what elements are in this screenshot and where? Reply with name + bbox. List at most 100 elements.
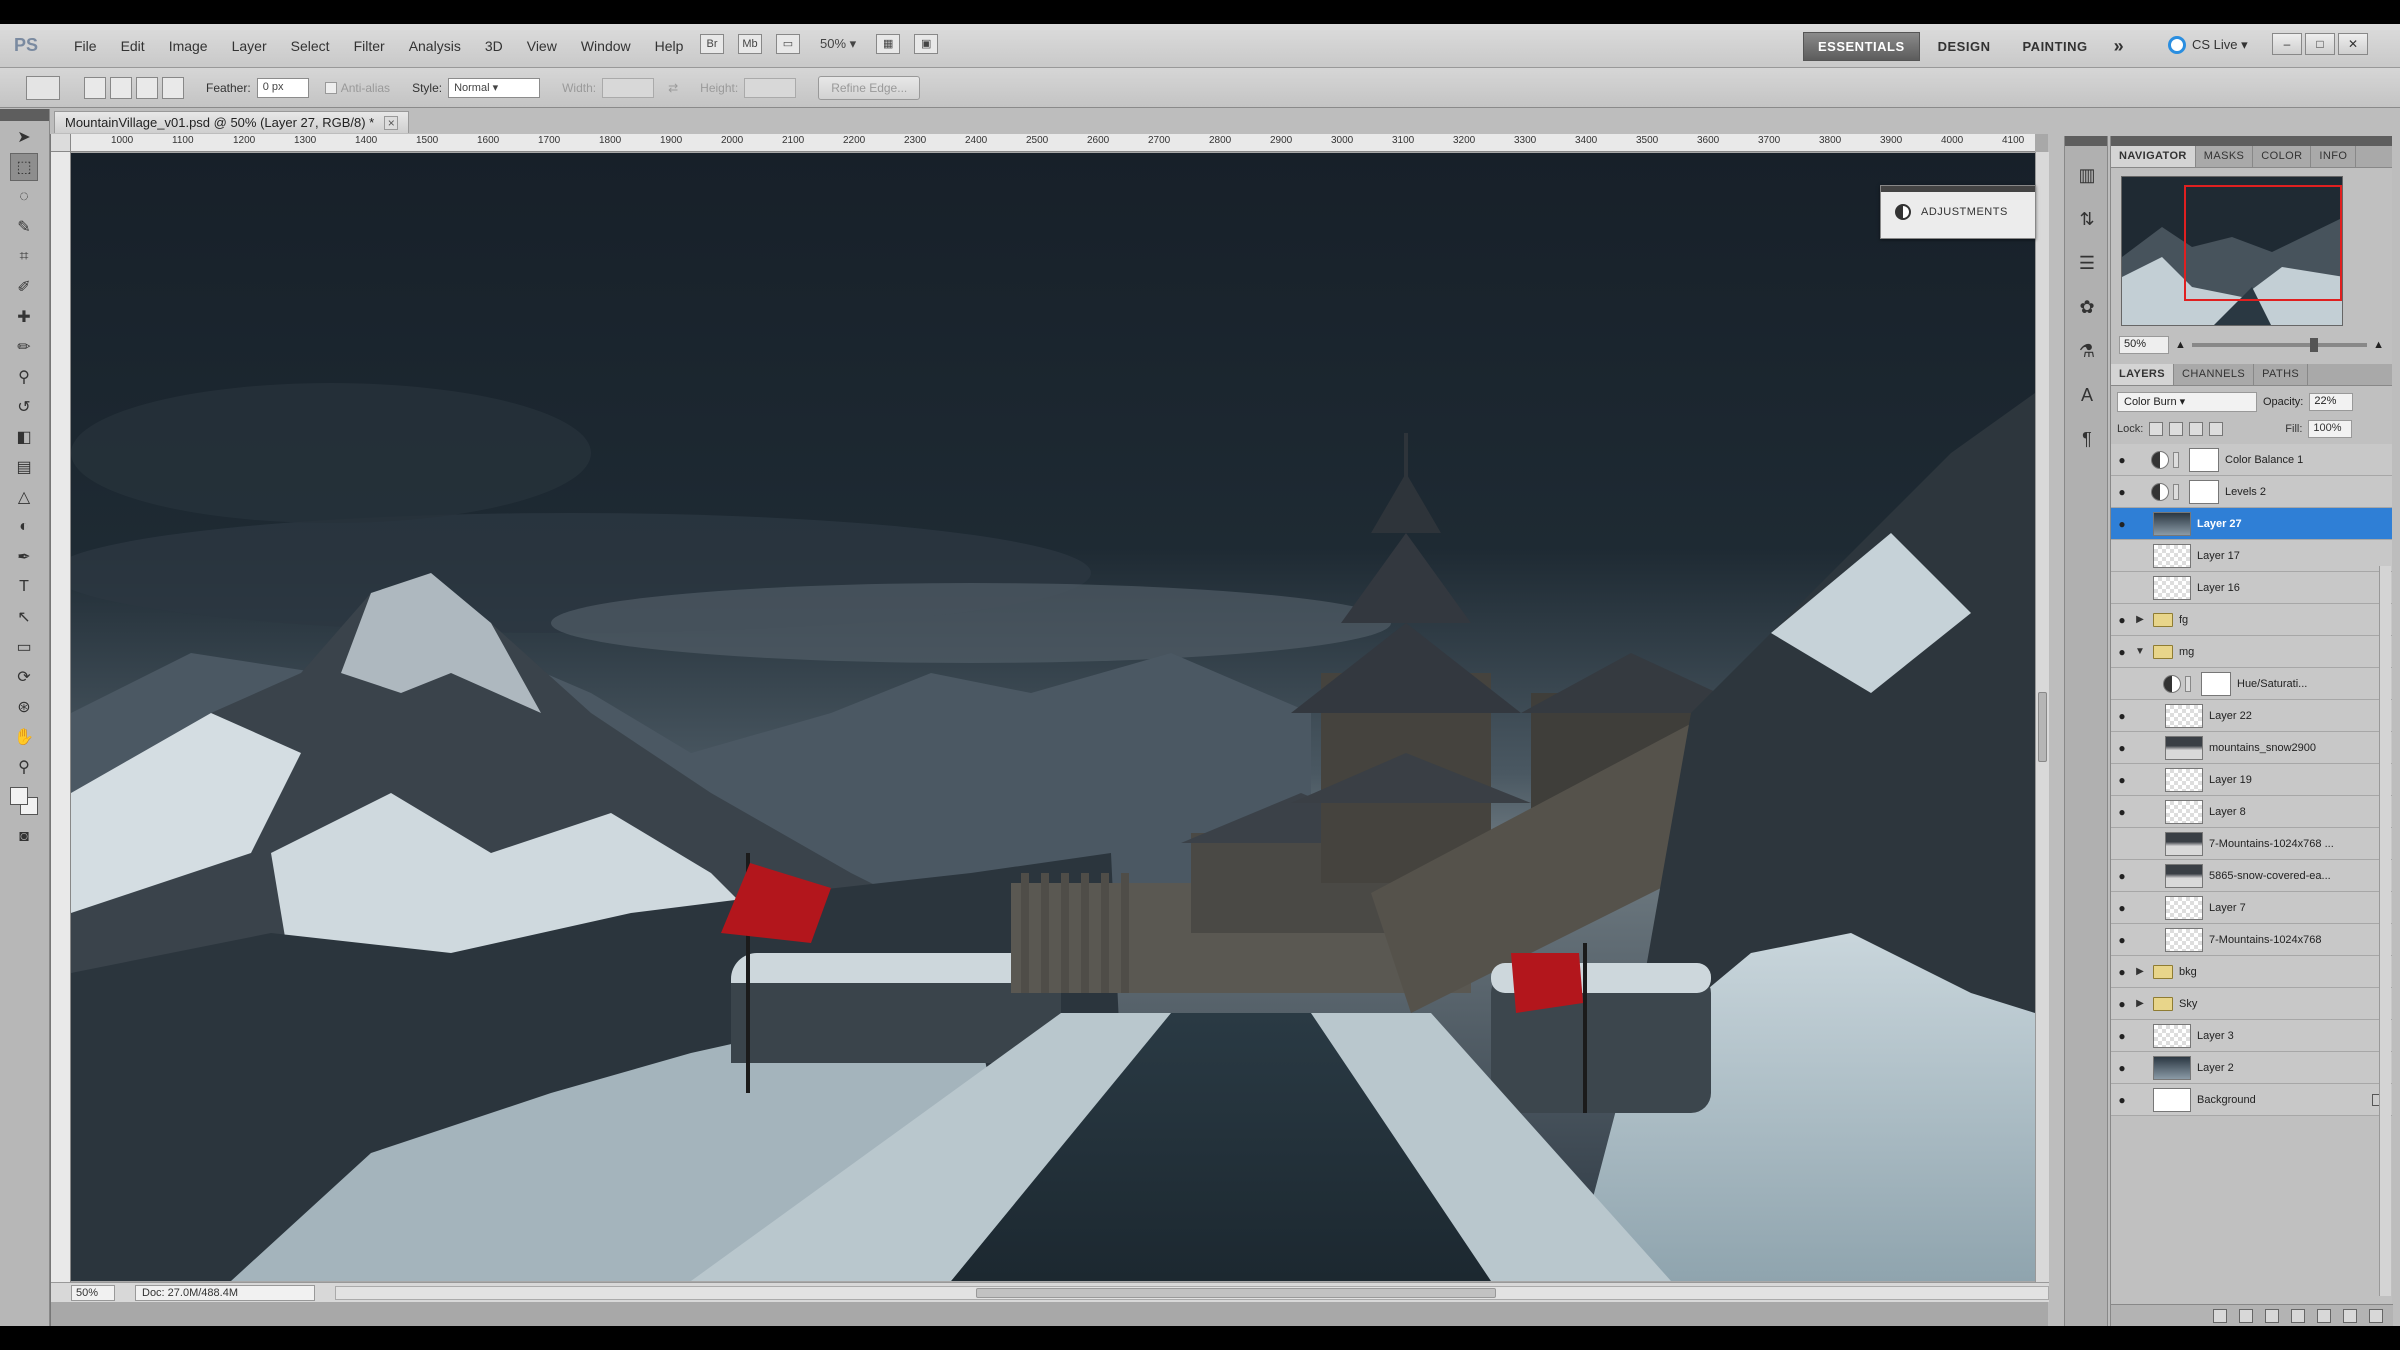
zoom-tool-icon[interactable]: ⚲	[10, 753, 38, 781]
new-group-icon[interactable]	[2317, 1309, 2331, 1323]
layer-row[interactable]: ● ▶ fg	[2111, 604, 2392, 636]
visibility-eye-icon[interactable]: ●	[2111, 677, 2133, 691]
clone-stamp-tool-icon[interactable]: ⚲	[10, 363, 38, 391]
workspace-design-button[interactable]: DESIGN	[1924, 33, 2005, 60]
opacity-input[interactable]: 22%	[2309, 393, 2354, 411]
color-swatches[interactable]	[10, 787, 40, 817]
swatches-panel-icon[interactable]: ☰	[2072, 248, 2102, 278]
intersect-selection-icon[interactable]	[162, 76, 184, 99]
visibility-eye-icon[interactable]: ●	[2111, 997, 2133, 1011]
marquee-tool-icon[interactable]: ⬚	[10, 153, 38, 181]
ruler-origin[interactable]	[51, 134, 71, 152]
layer-row[interactable]: ● Layer 7	[2111, 892, 2392, 924]
view-extras-icon[interactable]: ▭	[776, 34, 800, 54]
zoom-slider-knob[interactable]	[2309, 338, 2318, 352]
3d-orbit-tool-icon[interactable]: ⊛	[10, 693, 38, 721]
3d-rotate-tool-icon[interactable]: ⟳	[10, 663, 38, 691]
crop-tool-icon[interactable]: ⌗	[10, 243, 38, 271]
quick-selection-tool-icon[interactable]: ✎	[10, 213, 38, 241]
tab-channels[interactable]: CHANNELS	[2174, 364, 2255, 385]
layer-row[interactable]: ● Layer 22	[2111, 700, 2392, 732]
visibility-eye-icon[interactable]: ●	[2111, 709, 2133, 723]
visibility-eye-icon[interactable]: ●	[2111, 1093, 2133, 1107]
zoom-level-select[interactable]: 50% ▾	[814, 36, 862, 52]
layer-row[interactable]: ● Color Balance 1	[2111, 444, 2392, 476]
lock-all-icon[interactable]	[2209, 422, 2224, 436]
tab-masks[interactable]: MASKS	[2196, 146, 2254, 167]
layer-row[interactable]: ● 7-Mountains-1024x768 ...	[2111, 828, 2392, 860]
tab-info[interactable]: INFO	[2311, 146, 2357, 167]
layer-thumbnail[interactable]	[2165, 703, 2203, 728]
vertical-ruler[interactable]	[51, 152, 71, 1282]
layer-row[interactable]: ● mountains_snow2900	[2111, 732, 2392, 764]
subtract-from-selection-icon[interactable]	[136, 76, 158, 99]
lock-transparent-icon[interactable]	[2149, 422, 2164, 436]
image-canvas[interactable]	[71, 153, 2035, 1281]
style-select[interactable]: Normal ▾	[448, 77, 541, 98]
arrange-documents-icon[interactable]: ▦	[876, 34, 901, 54]
menu-3d[interactable]: 3D	[473, 38, 515, 54]
menu-select[interactable]: Select	[279, 38, 342, 54]
eyedropper-tool-icon[interactable]: ✐	[10, 273, 38, 301]
blend-mode-select[interactable]: Color Burn ▾	[2117, 392, 2257, 412]
menu-window[interactable]: Window	[569, 38, 643, 54]
fill-input[interactable]: 100%	[2308, 420, 2353, 438]
layer-row[interactable]: ● Layer 8	[2111, 796, 2392, 828]
close-tab-icon[interactable]: ×	[384, 115, 399, 130]
lock-image-icon[interactable]	[2169, 422, 2184, 436]
layer-mask-thumbnail[interactable]	[2189, 447, 2219, 472]
mask-link-icon[interactable]	[2173, 483, 2179, 500]
layer-thumbnail[interactable]	[2153, 1087, 2191, 1112]
layer-row[interactable]: ● Layer 27	[2111, 508, 2392, 540]
layer-row[interactable]: ● Layer 2	[2111, 1052, 2392, 1084]
layer-style-icon[interactable]	[2239, 1309, 2253, 1323]
visibility-eye-icon[interactable]: ●	[2111, 613, 2133, 627]
layer-row[interactable]: ● Layer 16	[2111, 572, 2392, 604]
tools-grip[interactable]	[0, 109, 49, 121]
healing-brush-tool-icon[interactable]: ✚	[10, 303, 38, 331]
visibility-eye-icon[interactable]: ●	[2111, 773, 2133, 787]
group-expander-icon[interactable]: ▶	[2133, 998, 2147, 1009]
menu-help[interactable]: Help	[643, 38, 696, 54]
layer-thumbnail[interactable]	[2153, 575, 2191, 600]
menu-filter[interactable]: Filter	[342, 38, 397, 54]
layer-row[interactable]: ● Background	[2111, 1084, 2392, 1116]
visibility-eye-icon[interactable]: ●	[2111, 805, 2133, 819]
menu-view[interactable]: View	[515, 38, 569, 54]
swap-width-height-icon[interactable]: ⇄	[668, 81, 678, 95]
layer-row[interactable]: ● Layer 19	[2111, 764, 2392, 796]
width-input[interactable]	[602, 77, 655, 98]
bridge-icon[interactable]: Br	[700, 34, 724, 54]
navigator-thumbnail[interactable]	[2121, 176, 2343, 326]
screen-mode-icon[interactable]: ▣	[914, 34, 939, 54]
visibility-eye-icon[interactable]: ●	[2111, 965, 2133, 979]
workspace-painting-button[interactable]: PAINTING	[2008, 33, 2101, 60]
mask-link-icon[interactable]	[2185, 675, 2191, 692]
character-panel-icon[interactable]: A	[2072, 380, 2102, 410]
layer-mask-thumbnail[interactable]	[2189, 479, 2219, 504]
layer-thumbnail[interactable]	[2153, 1055, 2191, 1080]
menu-edit[interactable]: Edit	[109, 38, 157, 54]
group-expander-icon[interactable]: ▶	[2133, 614, 2147, 625]
type-tool-icon[interactable]: T	[10, 573, 38, 601]
layer-thumbnail[interactable]	[2153, 511, 2191, 536]
blur-tool-icon[interactable]: △	[10, 483, 38, 511]
layer-row[interactable]: ● Hue/Saturati...	[2111, 668, 2392, 700]
layer-mask-thumbnail[interactable]	[2201, 671, 2231, 696]
visibility-eye-icon[interactable]: ●	[2111, 549, 2133, 563]
visibility-eye-icon[interactable]: ●	[2111, 837, 2133, 851]
layer-row[interactable]: ● Levels 2	[2111, 476, 2392, 508]
layer-thumbnail[interactable]	[2165, 927, 2203, 952]
feather-input[interactable]: 0 px	[256, 77, 309, 98]
mask-link-icon[interactable]	[2173, 451, 2179, 468]
new-adjustment-layer-icon[interactable]	[2291, 1309, 2305, 1323]
refine-edge-button[interactable]: Refine Edge...	[818, 75, 921, 100]
menu-analysis[interactable]: Analysis	[397, 38, 473, 54]
lasso-tool-icon[interactable]: ◌	[10, 183, 38, 211]
mini-bridge-icon[interactable]: Mb	[738, 34, 762, 54]
tab-navigator[interactable]: NAVIGATOR	[2111, 146, 2196, 167]
pen-tool-icon[interactable]: ✒	[10, 543, 38, 571]
shape-tool-icon[interactable]: ▭	[10, 633, 38, 661]
layer-row[interactable]: ● ▶ bkg	[2111, 956, 2392, 988]
visibility-eye-icon[interactable]: ●	[2111, 1061, 2133, 1075]
